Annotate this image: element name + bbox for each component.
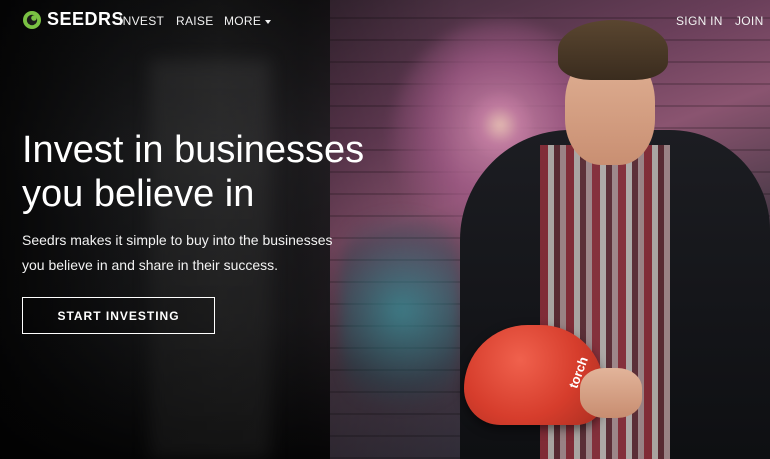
brand-logo[interactable]: SEEDRS — [22, 9, 124, 30]
chevron-down-icon — [265, 19, 272, 24]
headline-line-1: Invest in businesses — [22, 129, 365, 171]
nav-more-label: MORE — [224, 14, 262, 28]
subtext-line-2: you believe in and share in their succes… — [22, 257, 279, 273]
nav-more[interactable]: MORE — [224, 14, 272, 28]
seedrs-logo-icon — [23, 10, 41, 29]
brand-name: SEEDRS — [47, 9, 125, 29]
nav-sign-in[interactable]: SIGN IN — [676, 14, 723, 28]
nav-invest[interactable]: INVEST — [119, 14, 164, 28]
top-nav: SEEDRS INVEST RAISE MORE SIGN IN JOIN — [0, 0, 770, 42]
hero-headline: Invest in businesses you believe in — [22, 128, 382, 216]
headline-line-2: you believe in — [22, 173, 255, 215]
subtext-line-1: Seedrs makes it simple to buy into the b… — [22, 232, 333, 248]
start-investing-button[interactable]: START INVESTING — [22, 297, 215, 334]
nav-raise[interactable]: RAISE — [176, 14, 214, 28]
nav-join[interactable]: JOIN — [735, 14, 764, 28]
hero-subtext: Seedrs makes it simple to buy into the b… — [22, 228, 352, 278]
